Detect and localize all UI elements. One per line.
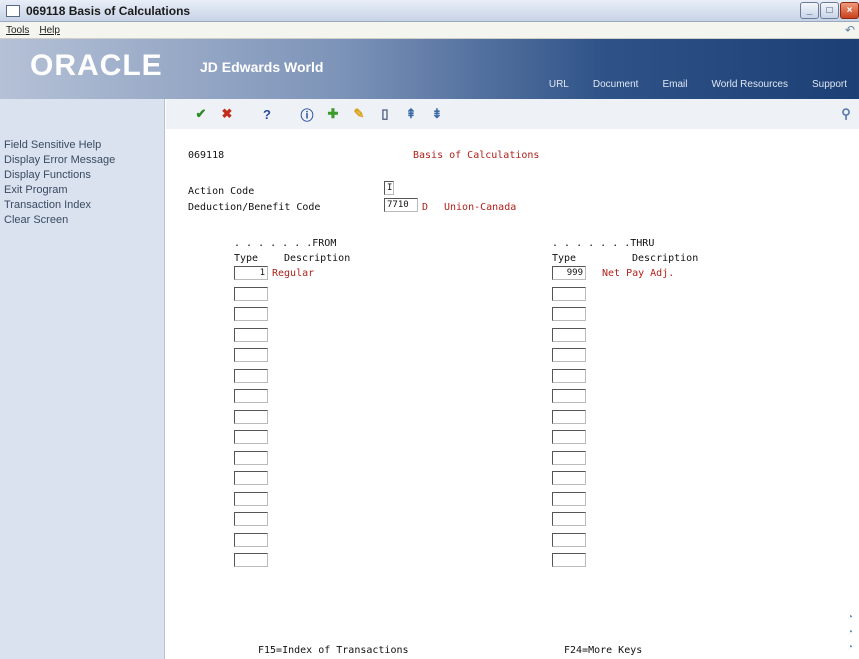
- thru-description-label: Description: [632, 253, 699, 264]
- action-code-field[interactable]: I: [384, 181, 394, 195]
- from-header: . . . . . . .FROM: [234, 238, 337, 249]
- from-type-field[interactable]: [234, 348, 268, 362]
- display-functions-link[interactable]: Display Functions: [0, 168, 164, 183]
- transaction-index-link[interactable]: Transaction Index: [0, 198, 164, 213]
- banner-link-email[interactable]: Email: [650, 79, 699, 90]
- oracle-logo: ORACLE: [30, 49, 163, 82]
- scroll-up-icon[interactable]: ◔: [847, 610, 859, 625]
- thru-type-field[interactable]: [552, 512, 586, 526]
- from-type-description: Regular: [272, 268, 315, 279]
- deduction-code-field[interactable]: 7710: [384, 198, 418, 212]
- thru-type-field[interactable]: [552, 532, 586, 547]
- app-window-icon: [6, 4, 20, 17]
- add-icon[interactable]: ✚: [324, 105, 342, 123]
- thru-type-field[interactable]: [552, 286, 586, 301]
- page-down-icon[interactable]: ⇟: [428, 105, 446, 123]
- function-panel: Field Sensitive Help Display Error Messa…: [0, 99, 165, 659]
- thru-type-field[interactable]: [552, 389, 586, 403]
- deduction-type: D: [422, 202, 429, 213]
- deduction-code-label: Deduction/Benefit Code: [188, 202, 321, 213]
- search-icon[interactable]: ⚲: [837, 105, 855, 123]
- thru-type-field[interactable]: [552, 368, 586, 383]
- thru-type-field[interactable]: [552, 491, 586, 506]
- thru-type-field[interactable]: [552, 450, 586, 465]
- banner-link-document[interactable]: Document: [581, 79, 651, 90]
- thru-type-field[interactable]: [552, 430, 586, 444]
- from-type-field[interactable]: [234, 450, 268, 465]
- close-button[interactable]: ×: [840, 2, 859, 19]
- change-pencil-icon[interactable]: ✎: [350, 105, 368, 123]
- toolbar: ✔ ✖ ? ⓘ ✚ ✎ ▯ ⇞ ⇟ ⚲: [166, 99, 859, 129]
- from-type-field[interactable]: 1: [234, 266, 268, 280]
- from-type-field[interactable]: [234, 430, 268, 444]
- menu-help[interactable]: Help: [39, 25, 60, 36]
- thru-type-description: Net Pay Adj.: [602, 268, 675, 279]
- clear-screen-link[interactable]: Clear Screen: [0, 213, 164, 228]
- banner-links: URL Document Email World Resources Suppo…: [537, 79, 859, 90]
- from-type-field[interactable]: [234, 471, 268, 485]
- from-type-field[interactable]: [234, 532, 268, 547]
- thru-type-field[interactable]: [552, 409, 586, 424]
- field-sensitive-help-link[interactable]: Field Sensitive Help: [0, 138, 164, 153]
- thru-type-field[interactable]: 999: [552, 266, 586, 280]
- from-type-label: Type: [234, 253, 259, 264]
- window-controls: _ □ ×: [800, 2, 859, 19]
- thru-type-label: Type: [552, 253, 577, 264]
- back-arrow-icon[interactable]: ↶: [845, 23, 855, 37]
- screen-title: Basis of Calculations: [413, 150, 540, 161]
- product-name: JD Edwards World: [200, 59, 324, 75]
- oracle-banner: ORACLE JD Edwards World URL Document Ema…: [0, 39, 859, 99]
- maximize-button[interactable]: □: [820, 2, 839, 19]
- program-id: 069118: [188, 150, 225, 161]
- window-title: 069118 Basis of Calculations: [26, 3, 191, 18]
- minimize-button[interactable]: _: [800, 2, 819, 19]
- zoom-icon[interactable]: ◔: [847, 640, 859, 655]
- thru-type-field[interactable]: [552, 307, 586, 321]
- deduction-description: Union-Canada: [444, 202, 517, 213]
- thru-header: . . . . . . .THRU: [552, 238, 655, 249]
- from-type-field[interactable]: [234, 286, 268, 301]
- from-type-field[interactable]: [234, 409, 268, 424]
- thru-type-field[interactable]: [552, 327, 586, 342]
- from-type-field[interactable]: [234, 512, 268, 526]
- menu-bar: Tools Help ↶: [0, 22, 859, 39]
- help-icon[interactable]: ?: [258, 105, 276, 123]
- f24-hint: F24=More Keys: [564, 645, 643, 656]
- from-type-field[interactable]: [234, 368, 268, 383]
- thru-type-field[interactable]: [552, 553, 586, 567]
- form-area: 069118 Basis of Calculations Action Code…: [166, 129, 859, 659]
- banner-link-world-resources[interactable]: World Resources: [699, 79, 800, 90]
- thru-type-field[interactable]: [552, 471, 586, 485]
- from-type-field[interactable]: [234, 553, 268, 567]
- delete-trash-icon[interactable]: ▯: [376, 105, 394, 123]
- banner-link-support[interactable]: Support: [800, 79, 859, 90]
- from-description-label: Description: [284, 253, 351, 264]
- title-bar: 069118 Basis of Calculations _ □ ×: [0, 0, 859, 22]
- action-code-label: Action Code: [188, 186, 255, 197]
- thru-type-field[interactable]: [552, 348, 586, 362]
- from-type-field[interactable]: [234, 389, 268, 403]
- exit-program-link[interactable]: Exit Program: [0, 183, 164, 198]
- from-type-field[interactable]: [234, 491, 268, 506]
- page-up-icon[interactable]: ⇞: [402, 105, 420, 123]
- side-scroll-icons: ◔ ◔ ◔: [847, 610, 859, 655]
- from-type-field[interactable]: [234, 327, 268, 342]
- from-type-field[interactable]: [234, 307, 268, 321]
- display-error-message-link[interactable]: Display Error Message: [0, 153, 164, 168]
- cancel-x-icon[interactable]: ✖: [218, 105, 236, 123]
- scroll-down-icon[interactable]: ◔: [847, 625, 859, 640]
- banner-link-url[interactable]: URL: [537, 79, 581, 90]
- menu-tools[interactable]: Tools: [6, 25, 29, 36]
- inquire-icon[interactable]: ⓘ: [298, 105, 316, 123]
- ok-check-icon[interactable]: ✔: [192, 105, 210, 123]
- f15-hint: F15=Index of Transactions: [258, 645, 409, 656]
